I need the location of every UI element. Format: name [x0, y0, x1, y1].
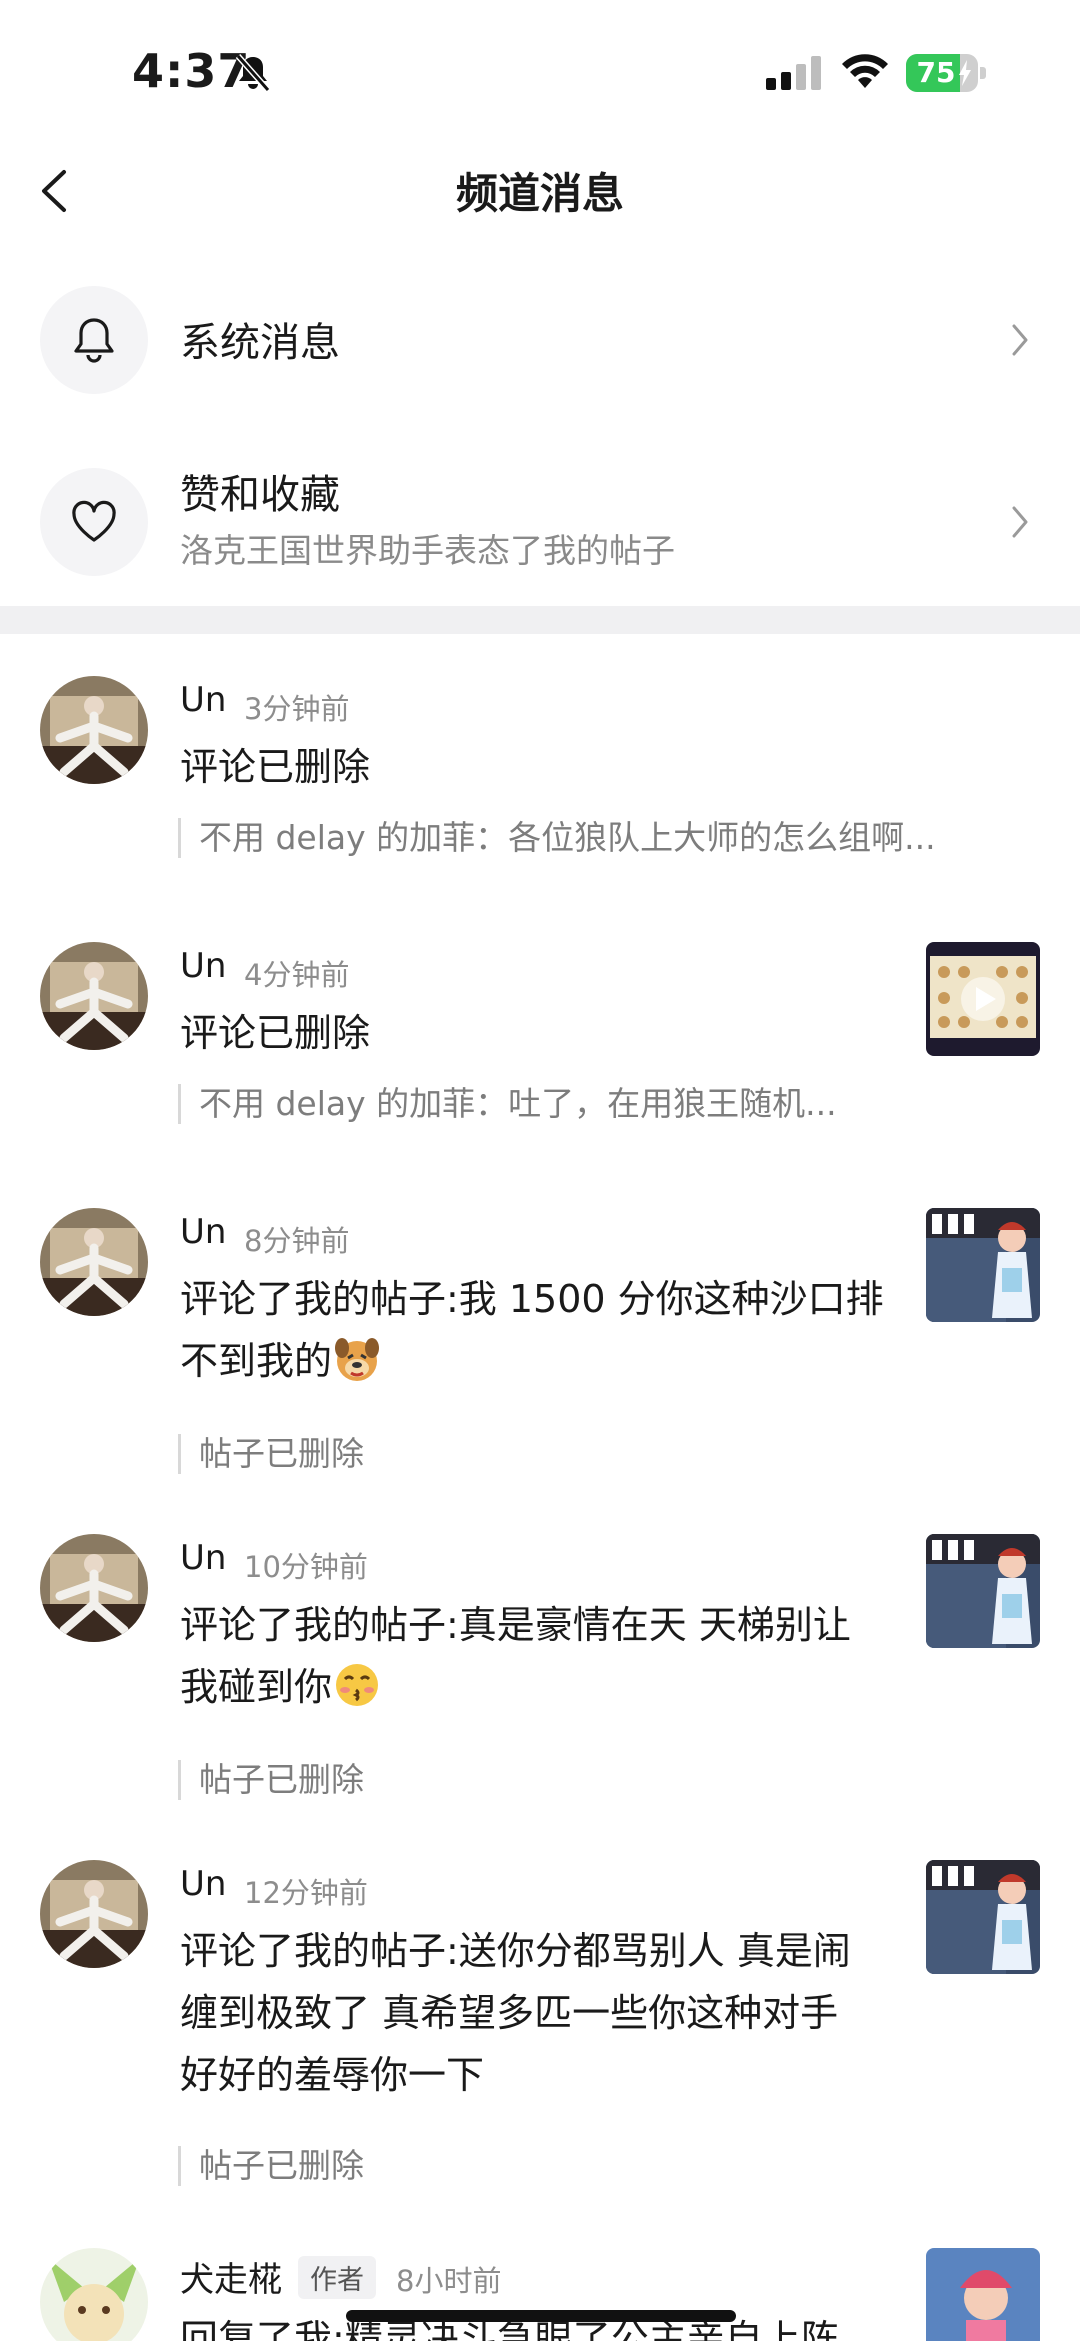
- notification-item[interactable]: Un 12分钟前 评论了我的帖子:送你分都骂别人 真是闹 缠到极致了 真希望多匹…: [0, 1860, 1080, 2186]
- dog-emoji-icon: [335, 1338, 380, 1381]
- system-messages-label: 系统消息: [180, 320, 340, 366]
- notification-item[interactable]: Un 10分钟前 评论了我的帖子:真是豪情在天 天梯别让 我碰到你 帖子已删除: [0, 1534, 1080, 1800]
- heart-icon: [72, 500, 116, 542]
- battery-percent: 75: [916, 56, 956, 89]
- game-thumbnail[interactable]: [926, 1208, 1040, 1322]
- game-thumbnail[interactable]: [926, 1534, 1040, 1648]
- quoted-reference[interactable]: 帖子已删除: [178, 1760, 364, 1800]
- username[interactable]: Un: [180, 1212, 226, 1252]
- author-badge: 作者: [298, 2256, 376, 2299]
- timestamp: 3分钟前: [244, 692, 350, 726]
- bell-icon: [74, 318, 114, 363]
- avatar[interactable]: [40, 942, 148, 1050]
- timestamp: 8小时前: [396, 2264, 502, 2298]
- kiss-emoji-icon: [336, 1664, 379, 1706]
- username[interactable]: 犬走椛: [180, 2252, 282, 2301]
- page-title: 频道消息: [455, 169, 624, 218]
- charging-bolt-icon: [959, 60, 971, 86]
- heart-icon-container: [40, 468, 148, 576]
- timestamp: 12分钟前: [244, 1876, 368, 1910]
- battery-indicator: 75: [906, 54, 986, 92]
- quoted-reference[interactable]: 帖子已删除: [178, 2146, 364, 2186]
- notification-text-line: 好好的羞辱你一下: [180, 2053, 485, 2097]
- notification-text-line: 评论了我的帖子:送你分都骂别人 真是闹: [180, 1929, 851, 1973]
- avatar[interactable]: [40, 1860, 148, 1968]
- notification-item[interactable]: Un 4分钟前 评论已删除 不用 delay 的加菲：吐了，在用狼王随机...: [0, 942, 1080, 1142]
- chevron-right-icon: [1012, 324, 1028, 356]
- system-messages-entry[interactable]: 系统消息: [0, 256, 1080, 416]
- timestamp: 10分钟前: [244, 1550, 368, 1584]
- username[interactable]: Un: [180, 680, 226, 720]
- username[interactable]: Un: [180, 1538, 226, 1578]
- wifi-icon: [842, 54, 888, 88]
- notification-item[interactable]: 犬走椛 作者 8小时前 回复了我:精灵决斗急眼了公主亲自上阵: [0, 2248, 1080, 2341]
- username[interactable]: Un: [180, 1864, 226, 1904]
- notification-text-line: 缠到极致了 真希望多匹一些你这种对手: [180, 1991, 839, 2035]
- quoted-reference[interactable]: 不用 delay 的加菲：吐了，在用狼王随机...: [178, 1084, 837, 1124]
- avatar[interactable]: [40, 2248, 148, 2341]
- avatar[interactable]: [40, 1534, 148, 1642]
- likes-favorites-summary: 洛克王国世界助手表态了我的帖子: [180, 531, 675, 570]
- game-thumbnail[interactable]: [926, 1860, 1040, 1974]
- quoted-reference[interactable]: 不用 delay 的加菲：各位狼队上大师的怎么组啊...: [178, 818, 936, 858]
- notification-text-line: 评论了我的帖子:我 1500 分你这种沙口排: [180, 1277, 884, 1321]
- timestamp: 4分钟前: [244, 958, 350, 992]
- bell-icon-container: [40, 286, 148, 394]
- notification-text-line: 不到我的: [180, 1330, 884, 1392]
- home-indicator[interactable]: [346, 2310, 736, 2322]
- status-bar: 4:37 75: [0, 0, 1080, 140]
- chevron-right-icon: [1012, 506, 1028, 538]
- username[interactable]: Un: [180, 946, 226, 986]
- avatar[interactable]: [40, 676, 148, 784]
- notification-text-line: 评论了我的帖子:真是豪情在天 天梯别让: [180, 1603, 851, 1647]
- likes-and-favorites-entry[interactable]: 赞和收藏 洛克王国世界助手表态了我的帖子: [0, 438, 1080, 598]
- notification-item[interactable]: Un 3分钟前 评论已删除 不用 delay 的加菲：各位狼队上大师的怎么组啊.…: [0, 676, 1080, 876]
- notification-text: 评论已删除: [180, 1011, 371, 1055]
- video-thumbnail[interactable]: [926, 942, 1040, 1056]
- bell-muted-icon: [235, 54, 271, 92]
- notification-text-line: 我碰到你: [180, 1656, 851, 1718]
- section-divider: [0, 606, 1080, 634]
- cellular-signal-icon: [766, 56, 821, 90]
- notification-text: 评论已删除: [180, 745, 371, 789]
- notification-text: 评论了我的帖子:送你分都骂别人 真是闹 缠到极致了 真希望多匹一些你这种对手 好…: [180, 1920, 851, 2106]
- game-thumbnail[interactable]: [926, 2248, 1040, 2341]
- notification-text: 评论了我的帖子:我 1500 分你这种沙口排 不到我的: [180, 1268, 884, 1392]
- timestamp: 8分钟前: [244, 1224, 350, 1258]
- avatar[interactable]: [40, 1208, 148, 1316]
- likes-favorites-label: 赞和收藏: [180, 472, 340, 518]
- notification-item[interactable]: Un 8分钟前 评论了我的帖子:我 1500 分你这种沙口排 不到我的 帖子已删…: [0, 1208, 1080, 1474]
- quoted-reference[interactable]: 帖子已删除: [178, 1434, 364, 1474]
- notification-text: 评论了我的帖子:真是豪情在天 天梯别让 我碰到你: [180, 1594, 851, 1718]
